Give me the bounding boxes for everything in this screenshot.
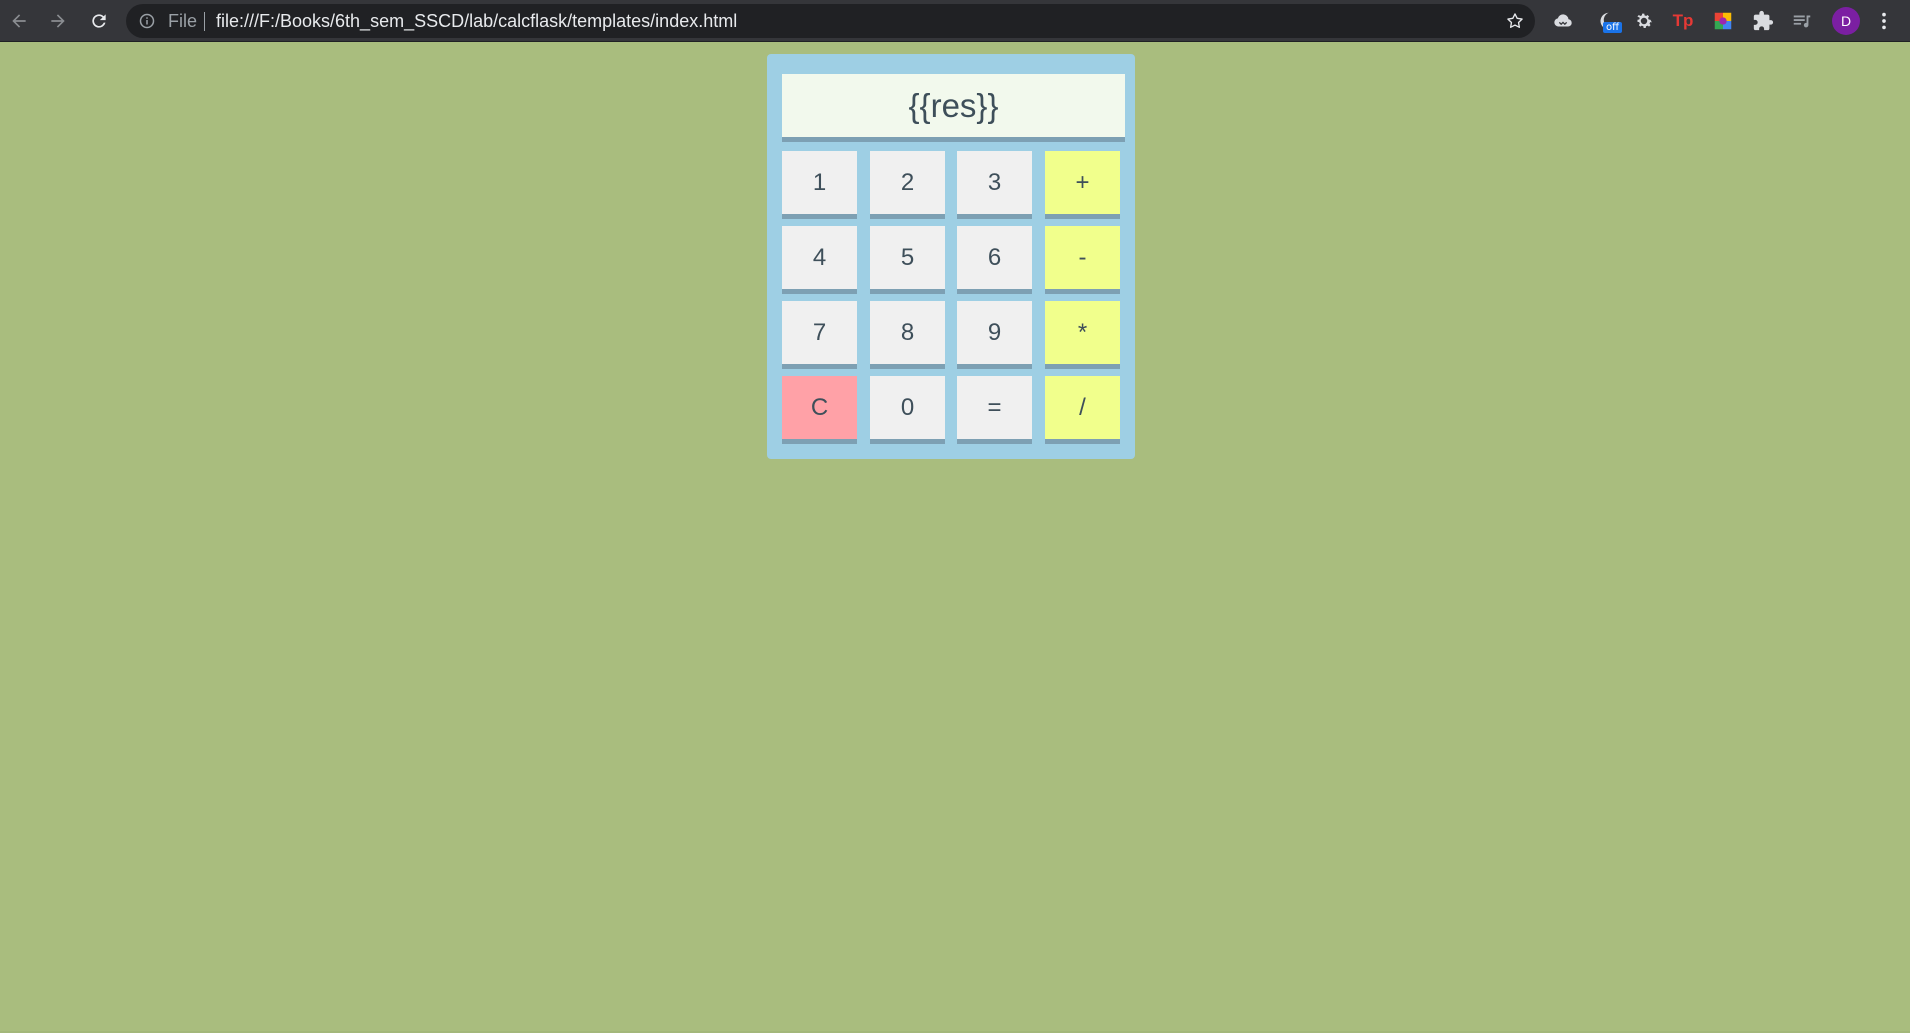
info-icon[interactable] bbox=[139, 13, 155, 29]
extension-off-badge: off bbox=[1603, 22, 1623, 33]
url-text[interactable]: file:///F:/Books/6th_sem_SSCD/lab/calcfl… bbox=[216, 4, 737, 38]
key-equals[interactable]: = bbox=[957, 376, 1032, 444]
browser-toolbar: File file:///F:/Books/6th_sem_SSCD/lab/c… bbox=[0, 0, 1910, 42]
calculator: {{res}} 1 2 3 + 4 5 6 - 7 8 9 * C 0 = / bbox=[767, 54, 1135, 459]
cloud-extension-icon bbox=[1554, 14, 1572, 27]
reload-button[interactable] bbox=[85, 7, 113, 35]
calculator-display: {{res}} bbox=[782, 74, 1125, 142]
key-5[interactable]: 5 bbox=[870, 226, 945, 294]
reading-list-icon bbox=[1793, 15, 1811, 28]
profile-avatar[interactable]: D bbox=[1832, 7, 1860, 35]
arrow-left-icon bbox=[12, 14, 26, 28]
scheme-label: File bbox=[168, 11, 198, 31]
key-3[interactable]: 3 bbox=[957, 151, 1032, 219]
key-7[interactable]: 7 bbox=[782, 301, 857, 369]
key-minus[interactable]: - bbox=[1045, 226, 1120, 294]
gear-icon bbox=[1637, 13, 1652, 28]
arrow-right-icon bbox=[51, 14, 65, 28]
key-plus[interactable]: + bbox=[1045, 151, 1120, 219]
back-button[interactable] bbox=[5, 7, 33, 35]
browser-menu-button[interactable] bbox=[1872, 9, 1896, 33]
extensions-menu-button[interactable] bbox=[1751, 9, 1775, 33]
address-bar[interactable]: File file:///F:/Books/6th_sem_SSCD/lab/c… bbox=[126, 4, 1535, 38]
key-2[interactable]: 2 bbox=[870, 151, 945, 219]
forward-button[interactable] bbox=[44, 7, 72, 35]
reload-icon bbox=[92, 14, 106, 28]
bookmark-star-icon[interactable] bbox=[1505, 11, 1525, 31]
key-8[interactable]: 8 bbox=[870, 301, 945, 369]
tp-extension-icon: Tp bbox=[1672, 11, 1694, 30]
extension-gear-button[interactable] bbox=[1632, 9, 1656, 33]
extension-cloud-button[interactable] bbox=[1551, 9, 1575, 33]
key-9[interactable]: 9 bbox=[957, 301, 1032, 369]
key-divide[interactable]: / bbox=[1045, 376, 1120, 444]
extension-color-button[interactable] bbox=[1711, 9, 1735, 33]
extension-off-button[interactable]: off bbox=[1594, 9, 1623, 33]
kebab-menu-icon bbox=[1882, 12, 1886, 30]
puzzle-piece-icon bbox=[1753, 10, 1774, 31]
key-multiply[interactable]: * bbox=[1045, 301, 1120, 369]
extension-tp-button[interactable]: Tp bbox=[1671, 9, 1695, 33]
reading-list-button[interactable] bbox=[1790, 9, 1814, 33]
key-6[interactable]: 6 bbox=[957, 226, 1032, 294]
key-0[interactable]: 0 bbox=[870, 376, 945, 444]
key-1[interactable]: 1 bbox=[782, 151, 857, 219]
key-4[interactable]: 4 bbox=[782, 226, 857, 294]
key-clear[interactable]: C bbox=[782, 376, 857, 444]
color-picker-extension-icon bbox=[1714, 12, 1732, 30]
omnibox-divider bbox=[204, 12, 205, 31]
